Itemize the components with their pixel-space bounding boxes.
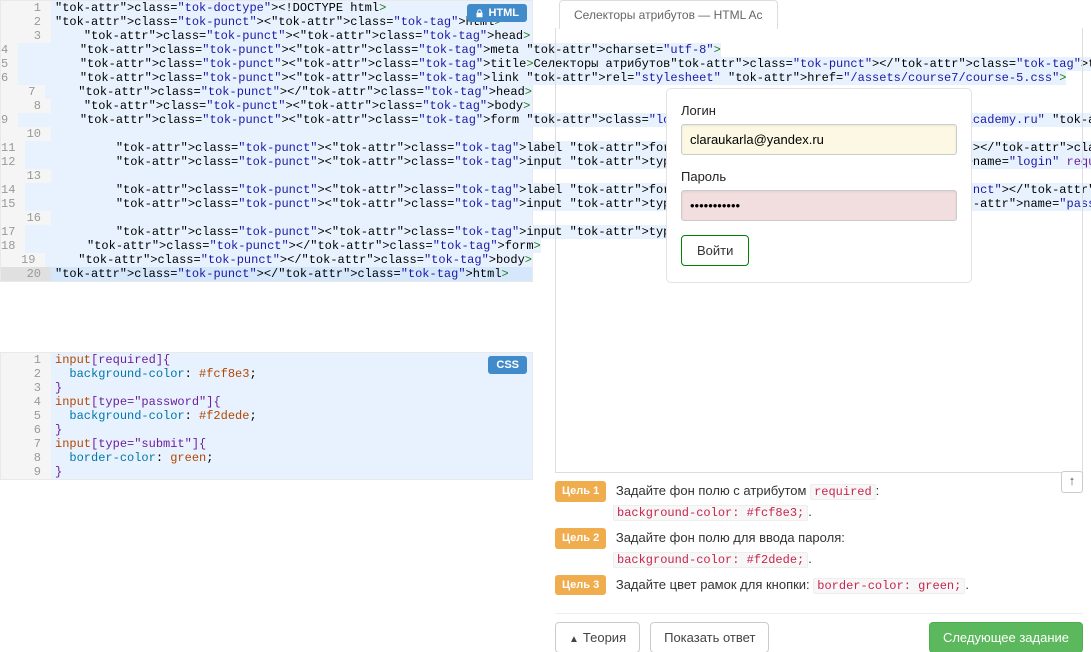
code-line[interactable]: 7 "tok-attr">class="tok-punct"></"tok-at… — [1, 85, 532, 99]
code-line[interactable]: 9} — [1, 465, 532, 479]
code-line[interactable]: 15 "tok-attr">class="tok-punct"><"tok-at… — [1, 197, 532, 211]
code-line[interactable]: 3 "tok-attr">class="tok-punct"><"tok-att… — [1, 29, 532, 43]
goal-2-subend: . — [808, 551, 812, 566]
goal-1: Цель 1 Задайте фон полю с атрибутом requ… — [555, 481, 1083, 522]
code-line[interactable]: 4input[type="password"]{ — [1, 395, 532, 409]
goal-2-subcode: background-color: #f2dede; — [613, 552, 808, 568]
goal-3-chip: Цель 3 — [555, 575, 606, 596]
goal-1-subend: . — [808, 504, 812, 519]
submit-button[interactable]: Войти — [681, 235, 749, 266]
html-editor-panel: HTML 1"tok-attr">class="tok-doctype"><!D… — [0, 0, 533, 282]
lock-icon — [475, 9, 484, 18]
goal-3: Цель 3 Задайте цвет рамок для кнопки: bo… — [555, 575, 1083, 596]
code-line[interactable]: 11 "tok-attr">class="tok-punct"><"tok-at… — [1, 141, 532, 155]
goal-1-code-a: required — [810, 484, 876, 500]
password-input[interactable] — [681, 190, 957, 221]
code-line[interactable]: 8 "tok-attr">class="tok-punct"><"tok-att… — [1, 99, 532, 113]
bottom-bar: ▲ Теория Показать ответ Следующее задание — [555, 613, 1083, 652]
preview-tab-bar: Селекторы атрибутов — HTML Ac — [555, 0, 1083, 29]
goal-3-text-a: Задайте цвет рамок для кнопки: — [616, 577, 813, 592]
theory-label: Теория — [583, 630, 626, 645]
scroll-up-button[interactable]: ↑ — [1061, 471, 1083, 493]
code-line[interactable]: 8 border-color: green; — [1, 451, 532, 465]
code-line[interactable]: 20"tok-attr">class="tok-punct"></"tok-at… — [1, 267, 532, 281]
show-answer-button[interactable]: Показать ответ — [650, 622, 769, 652]
preview-body: Логин Пароль Войти — [555, 28, 1083, 473]
login-input[interactable] — [681, 124, 957, 155]
goal-3-text-b: . — [965, 577, 969, 592]
code-line[interactable]: 10 — [1, 127, 532, 141]
code-line[interactable]: 5 "tok-attr">class="tok-punct"><"tok-att… — [1, 57, 532, 71]
preview-tab[interactable]: Селекторы атрибутов — HTML Ac — [559, 0, 778, 29]
triangle-icon: ▲ — [569, 634, 579, 645]
code-line[interactable]: 12 "tok-attr">class="tok-punct"><"tok-at… — [1, 155, 532, 169]
goal-1-text-a: Задайте фон полю с атрибутом — [616, 483, 810, 498]
code-line[interactable]: 14 "tok-attr">class="tok-punct"><"tok-at… — [1, 183, 532, 197]
code-line[interactable]: 7input[type="submit"]{ — [1, 437, 532, 451]
code-line[interactable]: 1input[required]{ — [1, 353, 532, 367]
password-label: Пароль — [681, 169, 957, 184]
goal-1-subcode: background-color: #fcf8e3; — [613, 505, 808, 521]
theory-button[interactable]: ▲ Теория — [555, 622, 640, 652]
css-code-editor[interactable]: 1input[required]{2 background-color: #fc… — [0, 352, 533, 480]
code-line[interactable]: 19 "tok-attr">class="tok-punct"></"tok-a… — [1, 253, 532, 267]
css-badge-label: CSS — [496, 359, 519, 371]
code-line[interactable]: 17 "tok-attr">class="tok-punct"><"tok-at… — [1, 225, 532, 239]
goal-2-text-a: Задайте фон полю для ввода пароля: — [616, 530, 845, 545]
css-badge: CSS — [488, 356, 527, 374]
html-badge-label: HTML — [488, 7, 519, 19]
code-line[interactable]: 3} — [1, 381, 532, 395]
code-line[interactable]: 2 background-color: #fcf8e3; — [1, 367, 532, 381]
goal-3-code-a: border-color: green; — [813, 578, 965, 594]
code-line[interactable]: 9 "tok-attr">class="tok-punct"><"tok-att… — [1, 113, 532, 127]
code-line[interactable]: 5 background-color: #f2dede; — [1, 409, 532, 423]
login-form: Логин Пароль Войти — [666, 88, 972, 283]
code-line[interactable]: 1"tok-attr">class="tok-doctype"><!DOCTYP… — [1, 1, 532, 15]
code-line[interactable]: 6 "tok-attr">class="tok-punct"><"tok-att… — [1, 71, 532, 85]
goal-2: Цель 2 Задайте фон полю для ввода пароля… — [555, 528, 1083, 569]
goal-1-text-b: : — [876, 483, 880, 498]
code-line[interactable]: 6} — [1, 423, 532, 437]
goal-1-chip: Цель 1 — [555, 481, 606, 502]
goals-panel: ↑ Цель 1 Задайте фон полю с атрибутом re… — [555, 473, 1083, 613]
login-label: Логин — [681, 103, 957, 118]
code-line[interactable]: 18 "tok-attr">class="tok-punct"></"tok-a… — [1, 239, 532, 253]
code-line[interactable]: 13 — [1, 169, 532, 183]
code-line[interactable]: 4 "tok-attr">class="tok-punct"><"tok-att… — [1, 43, 532, 57]
css-editor-panel: CSS 1input[required]{2 background-color:… — [0, 352, 533, 480]
next-task-button[interactable]: Следующее задание — [929, 622, 1083, 652]
code-line[interactable]: 16 — [1, 211, 532, 225]
html-code-editor[interactable]: 1"tok-attr">class="tok-doctype"><!DOCTYP… — [0, 0, 533, 282]
code-line[interactable]: 2"tok-attr">class="tok-punct"><"tok-attr… — [1, 15, 532, 29]
goal-2-chip: Цель 2 — [555, 528, 606, 549]
html-badge: HTML — [467, 4, 527, 22]
